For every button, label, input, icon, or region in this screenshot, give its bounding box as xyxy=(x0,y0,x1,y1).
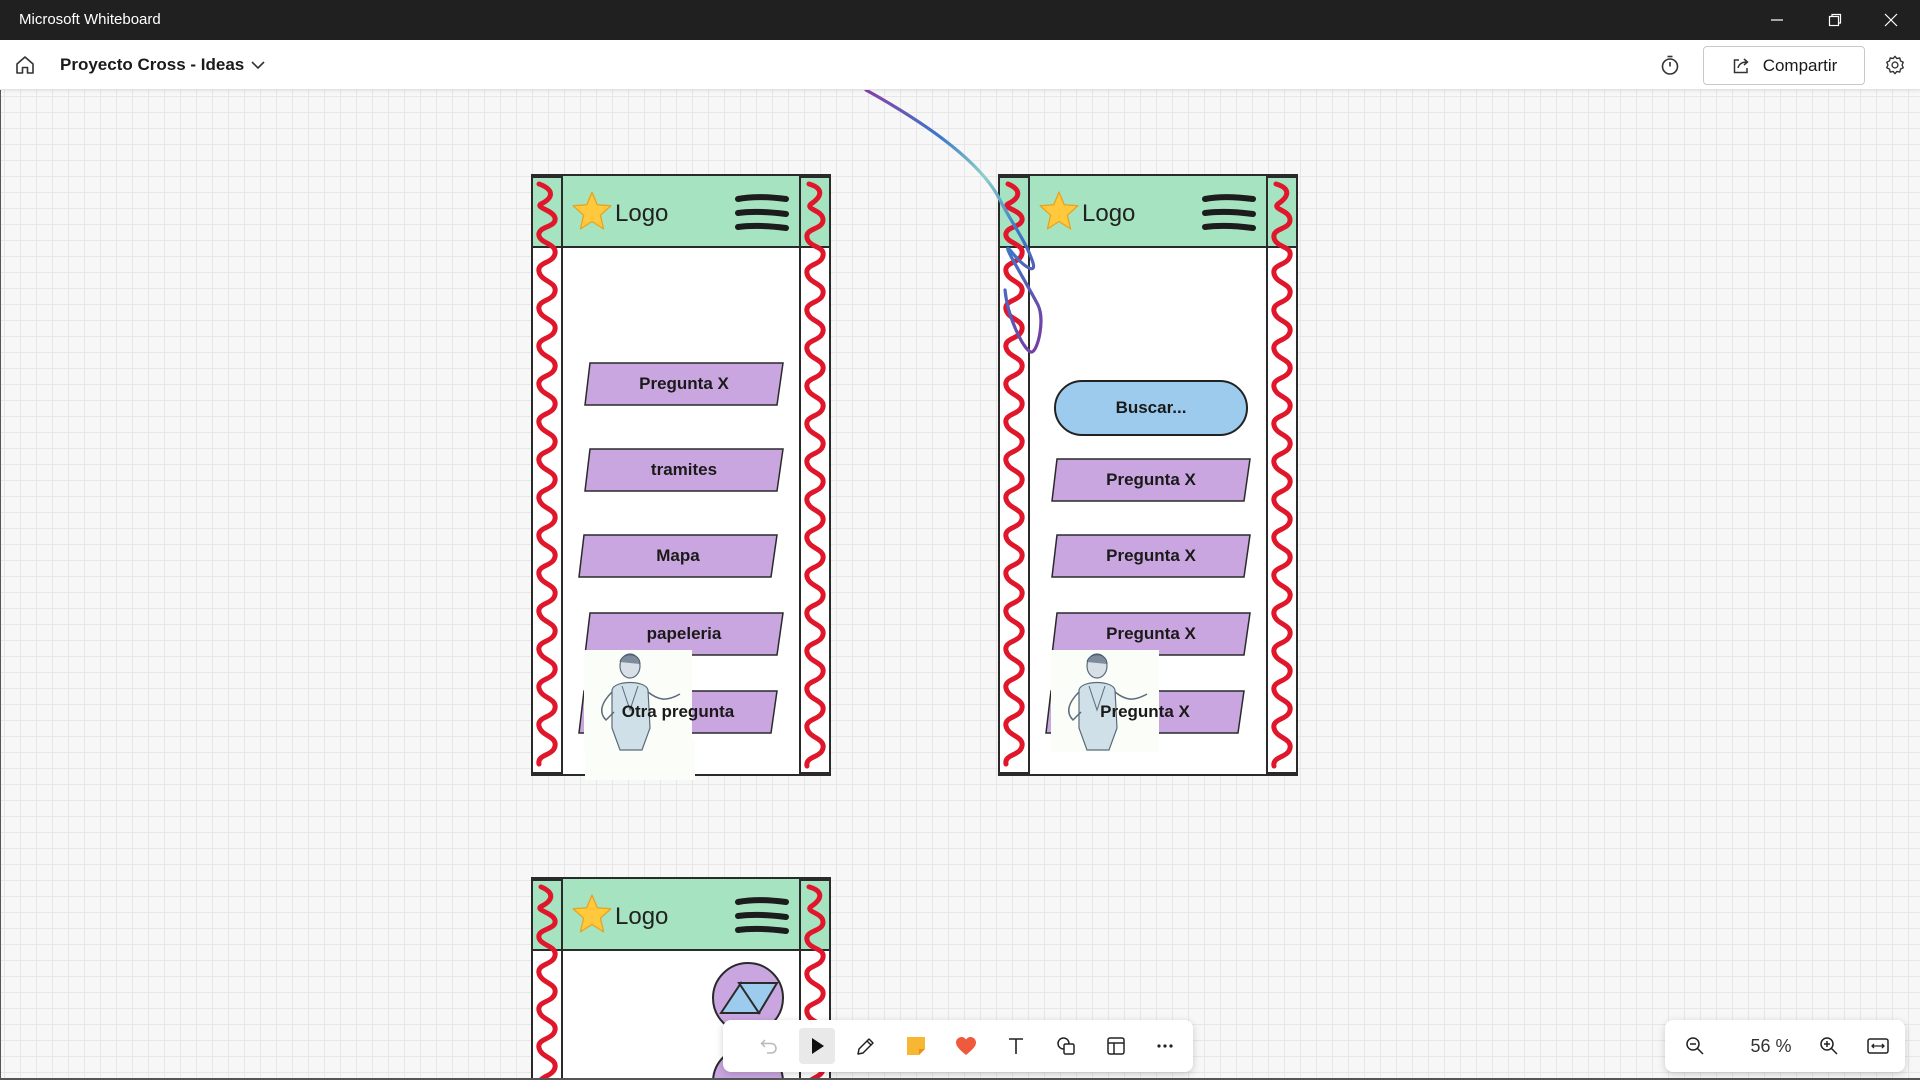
reactions-tool[interactable] xyxy=(948,1028,984,1064)
zoom-in-icon xyxy=(1820,1037,1838,1055)
zoom-out-button[interactable] xyxy=(1679,1030,1711,1062)
assistant-figure-image xyxy=(584,650,692,752)
question-label: Pregunta X xyxy=(1106,546,1196,565)
home-button[interactable] xyxy=(10,50,40,80)
templates-tool[interactable] xyxy=(1098,1028,1134,1064)
text-tool[interactable] xyxy=(998,1028,1034,1064)
hamburger-menu-icon xyxy=(735,897,789,934)
question-label: Otra pregunta xyxy=(621,702,735,721)
sticky-note-tool[interactable] xyxy=(898,1028,934,1064)
phone-header: Logo xyxy=(533,879,829,951)
share-icon xyxy=(1733,57,1749,73)
timer-button[interactable] xyxy=(1657,52,1683,78)
search-box[interactable]: Buscar... xyxy=(1054,380,1248,436)
hamburger-menu-icon xyxy=(1202,194,1256,231)
logo-text: Logo xyxy=(615,200,669,227)
zoom-out-icon xyxy=(1686,1037,1704,1055)
text-icon xyxy=(1009,1038,1023,1054)
pen-icon xyxy=(857,1038,874,1055)
zoom-in-button[interactable] xyxy=(1813,1030,1845,1062)
app-header: Proyecto Cross - Ideas Compartir xyxy=(0,40,1920,90)
question-label: Pregunta X xyxy=(1100,702,1190,721)
restore-icon xyxy=(1828,13,1842,27)
window-titlebar: Microsoft Whiteboard xyxy=(0,0,1920,40)
zoom-level[interactable]: 56 % xyxy=(1741,1036,1801,1057)
more-button[interactable] xyxy=(1147,1028,1183,1064)
assistant-figure-image xyxy=(1051,650,1159,752)
board-title[interactable]: Proyecto Cross - Ideas xyxy=(60,55,244,75)
chevron-down-icon[interactable] xyxy=(250,57,266,73)
templates-icon xyxy=(1107,1037,1125,1055)
red-squiggle-right xyxy=(1271,181,1293,769)
question-button-3[interactable]: Mapa xyxy=(578,534,778,578)
question-button-2[interactable]: tramites xyxy=(584,448,784,492)
shapes-tool[interactable] xyxy=(1048,1028,1084,1064)
whiteboard-canvas[interactable]: Logo Pregunta X tramites Mapa papeleria xyxy=(0,90,1920,1080)
star-icon xyxy=(572,894,612,933)
fit-to-screen-icon xyxy=(1867,1038,1889,1054)
more-icon xyxy=(1157,1044,1173,1048)
search-placeholder: Buscar... xyxy=(1115,398,1187,417)
drawing-toolbar xyxy=(723,1020,1193,1072)
share-button[interactable]: Compartir xyxy=(1703,46,1865,85)
settings-button[interactable] xyxy=(1882,52,1908,78)
red-squiggle-left xyxy=(536,181,558,767)
share-label: Compartir xyxy=(1762,55,1838,75)
shapes-icon xyxy=(1057,1037,1075,1055)
question-button-1[interactable]: Pregunta X xyxy=(1051,458,1251,502)
question-button-1[interactable]: Pregunta X xyxy=(584,362,784,406)
question-label: Pregunta X xyxy=(1106,470,1196,489)
question-label: papeleria xyxy=(646,624,722,643)
close-icon xyxy=(1884,13,1898,27)
home-icon xyxy=(16,56,34,74)
question-label: Pregunta X xyxy=(1106,624,1196,643)
minimize-icon xyxy=(1771,19,1783,21)
zoom-controls: 56 % xyxy=(1665,1020,1905,1072)
red-squiggle-left xyxy=(536,884,558,1080)
timer-icon xyxy=(1661,55,1679,75)
fit-to-screen-button[interactable] xyxy=(1862,1030,1894,1062)
sticky-note-icon xyxy=(907,1037,925,1055)
hamburger-menu-icon xyxy=(735,194,789,231)
pen-tool[interactable] xyxy=(848,1028,884,1064)
question-label: Mapa xyxy=(656,546,700,565)
select-arrow-icon xyxy=(812,1038,824,1054)
minimize-button[interactable] xyxy=(1748,0,1806,40)
close-button[interactable] xyxy=(1862,0,1920,40)
question-label: tramites xyxy=(650,460,718,479)
question-button-2[interactable]: Pregunta X xyxy=(1051,534,1251,578)
question-label: Pregunta X xyxy=(639,374,729,393)
window-title: Microsoft Whiteboard xyxy=(19,11,161,28)
restore-button[interactable] xyxy=(1806,0,1864,40)
star-icon xyxy=(572,191,612,230)
undo-button[interactable] xyxy=(751,1028,787,1064)
phone-header: Logo xyxy=(533,176,829,248)
select-tool[interactable] xyxy=(799,1028,835,1064)
undo-icon xyxy=(760,1039,777,1054)
reaction-heart-icon xyxy=(956,1037,976,1055)
logo-text: Logo xyxy=(615,903,669,930)
gear-icon xyxy=(1886,55,1904,75)
ink-stroke[interactable] xyxy=(860,90,1120,370)
red-squiggle-right xyxy=(804,181,826,769)
